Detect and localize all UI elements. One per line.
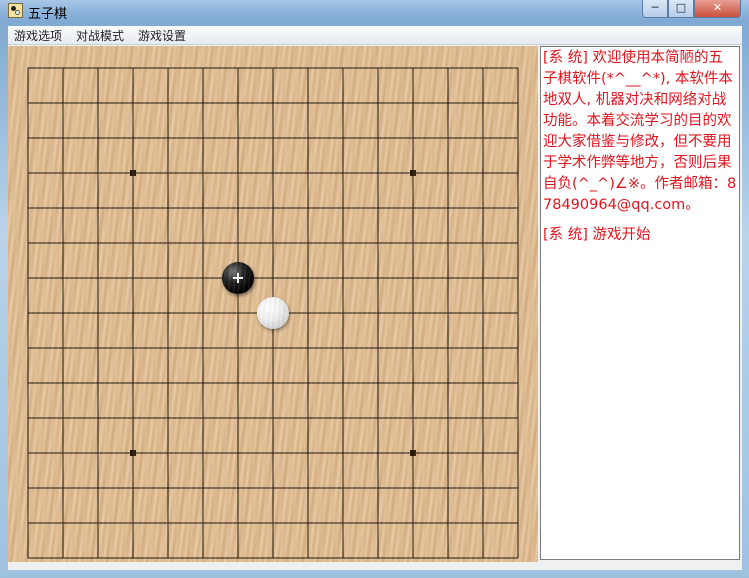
- menu-game-settings[interactable]: 游戏设置: [138, 27, 186, 44]
- title-bar: 五子棋 ─ □ ✕: [0, 0, 749, 22]
- system-message-panel: [系 统] 欢迎使用本简陋的五子棋软件(*^__^*), 本软件本地双人, 机器…: [540, 46, 740, 560]
- client-area: 游戏选项 对战模式 游戏设置 + [系 统] 欢迎使用本简陋的五子棋软件(*^_…: [8, 26, 742, 570]
- window-title: 五子棋: [28, 7, 68, 22]
- menu-bar: 游戏选项 对战模式 游戏设置: [8, 26, 742, 45]
- star-point: [130, 450, 136, 456]
- minimize-button[interactable]: ─: [642, 0, 668, 18]
- white-stone: [257, 297, 289, 329]
- system-message: [系 统] 欢迎使用本简陋的五子棋软件(*^__^*), 本软件本地双人, 机器…: [543, 50, 737, 213]
- last-move-marker-icon: +: [231, 268, 245, 287]
- star-point: [410, 170, 416, 176]
- gomoku-app-icon: [8, 3, 23, 18]
- maximize-button[interactable]: □: [668, 0, 694, 18]
- menu-game-options[interactable]: 游戏选项: [14, 27, 62, 44]
- system-message: [系 统] 游戏开始: [543, 227, 651, 243]
- star-point: [410, 450, 416, 456]
- star-point: [130, 170, 136, 176]
- gomoku-board[interactable]: +: [8, 46, 538, 562]
- menu-battle-mode[interactable]: 对战模式: [76, 27, 124, 44]
- close-button[interactable]: ✕: [694, 0, 741, 18]
- black-stone: +: [222, 262, 254, 294]
- board-grid: [27, 67, 519, 559]
